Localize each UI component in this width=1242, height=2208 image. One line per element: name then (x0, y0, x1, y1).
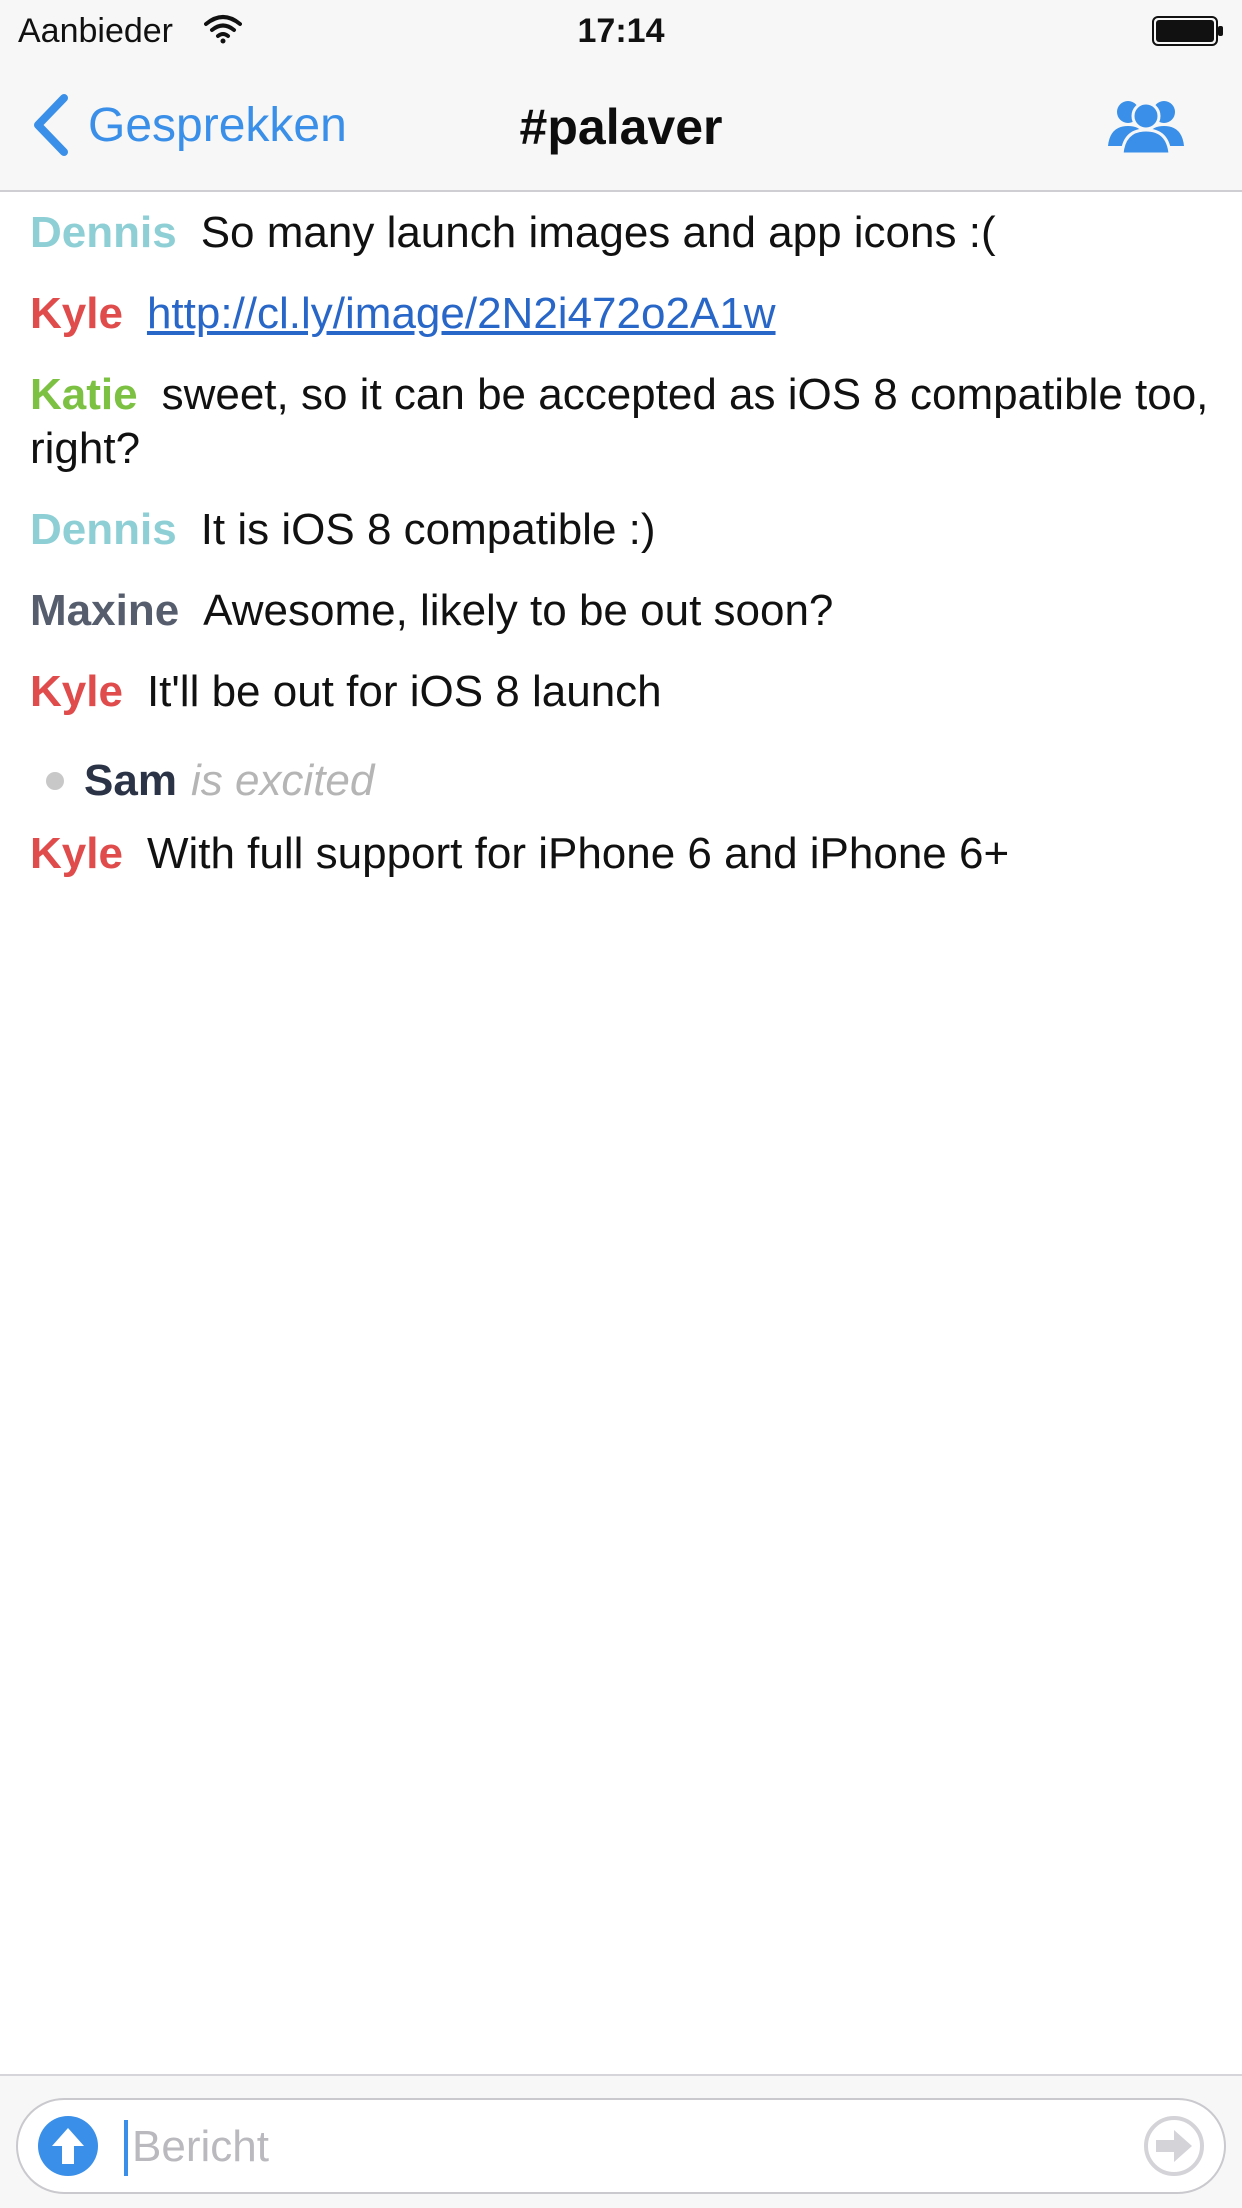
composer-bar (0, 2074, 1242, 2208)
message-row: Maxine Awesome, likely to be out soon? (30, 572, 1212, 653)
message-nick[interactable]: Dennis (30, 208, 177, 257)
action-text: is excited (190, 755, 375, 805)
composer-field (16, 2098, 1226, 2194)
message-nick[interactable]: Sam (84, 754, 177, 808)
message-nick[interactable]: Maxine (30, 586, 179, 635)
message-text: sweet, so it can be accepted as iOS 8 co… (30, 370, 1209, 473)
status-time: 17:14 (577, 12, 665, 50)
message-nick[interactable]: Katie (30, 370, 138, 419)
message-row: Dennis It is iOS 8 compatible :) (30, 491, 1212, 572)
action-message-row: Sam is excited (30, 734, 1212, 815)
message-link[interactable]: http://cl.ly/image/2N2i472o2A1w (147, 289, 776, 338)
message-row: Kyle It'll be out for iOS 8 launch (30, 653, 1212, 734)
message-nick[interactable]: Kyle (30, 667, 123, 716)
message-list[interactable]: Dennis So many launch images and app icon… (0, 194, 1242, 2074)
message-nick[interactable]: Kyle (30, 289, 123, 338)
message-row: Kyle http://cl.ly/image/2N2i472o2A1w (30, 275, 1212, 356)
navigation-bar: Gesprekken #palaver (0, 60, 1242, 192)
message-text: Awesome, likely to be out soon? (203, 586, 834, 635)
bullet-dot-icon (46, 771, 64, 790)
chat-screen: Aanbieder 17:14 Gesprekken #palaver Denn… (0, 0, 1242, 2208)
channel-title: #palaver (519, 99, 723, 155)
message-nick[interactable]: Kyle (30, 829, 123, 878)
message-text: With full support for iPhone 6 and iPhon… (146, 829, 1010, 878)
group-icon[interactable] (1106, 94, 1186, 156)
status-bar: Aanbieder 17:14 (0, 0, 1242, 60)
message-text: It'll be out for iOS 8 launch (146, 667, 662, 716)
message-nick[interactable]: Dennis (30, 505, 177, 554)
send-arrow-icon[interactable] (1142, 2114, 1206, 2178)
battery-full-icon (1152, 16, 1223, 46)
message-row: Dennis So many launch images and app icon… (30, 194, 1212, 275)
message-row: Kyle With full support for iPhone 6 and i… (30, 815, 1212, 896)
message-row: Katie sweet, so it can be accepted as iOS… (30, 356, 1212, 491)
message-input[interactable] (132, 2112, 1132, 2182)
message-text: So many launch images and app icons :( (200, 208, 996, 257)
message-text: It is iOS 8 compatible :) (200, 505, 656, 554)
text-cursor (124, 2120, 128, 2176)
upload-arrow-icon[interactable] (36, 2114, 100, 2178)
